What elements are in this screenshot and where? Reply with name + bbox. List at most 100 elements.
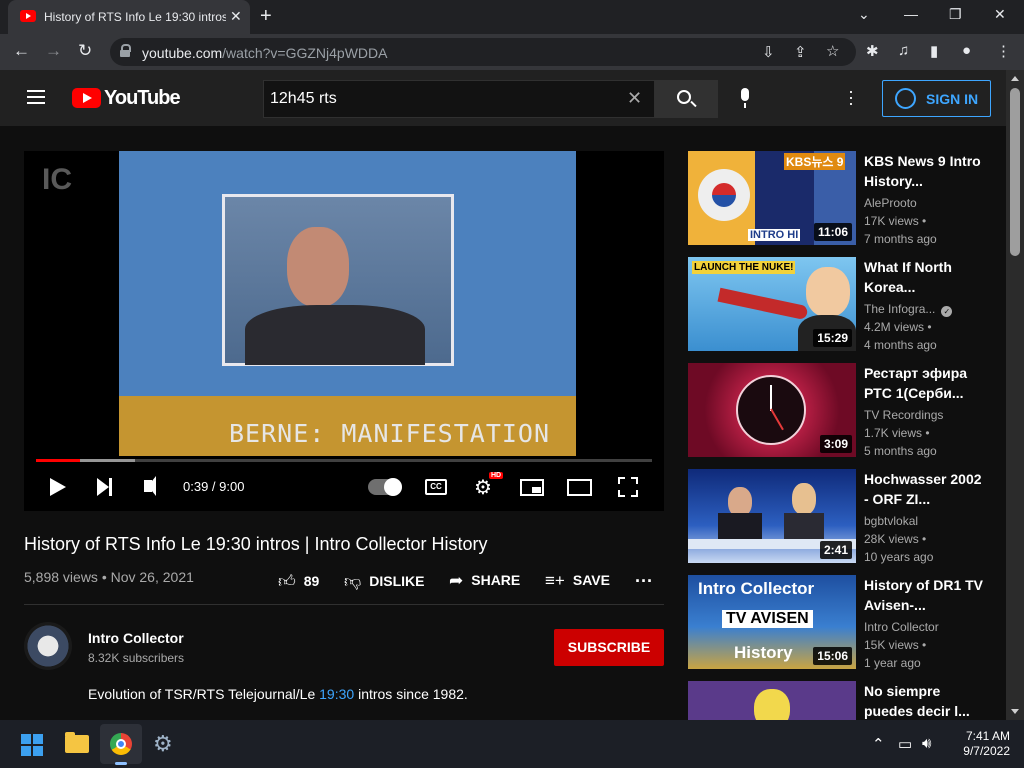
autoplay-toggle[interactable] — [368, 478, 402, 496]
tab-close-icon[interactable]: ✕ — [230, 8, 242, 25]
save-button[interactable]: ≡+ SAVE — [545, 571, 610, 591]
profile-icon[interactable]: ● — [962, 42, 971, 59]
like-button[interactable]: 👍︎ 89 — [278, 571, 319, 592]
share-page-icon[interactable]: ⇪ — [794, 43, 807, 61]
theater-mode-icon[interactable] — [567, 479, 592, 496]
side-panel-icon[interactable]: ▮ — [930, 42, 938, 60]
recommendation-item[interactable]: No siempre puedes decir l... — [688, 681, 998, 720]
thumbs-up-icon: 👍︎ — [278, 572, 296, 591]
sign-in-label: SIGN IN — [926, 91, 979, 107]
recommendation-title[interactable]: History of DR1 TV Avisen-... — [864, 575, 986, 615]
recommendation-channel[interactable]: TV Recordings — [864, 408, 984, 422]
recommendation-title[interactable]: Рестарт эфира РТС 1(Серби... — [864, 363, 986, 403]
duration-badge: 11:06 — [813, 223, 852, 241]
recommendation-item[interactable]: 2:41 Hochwasser 2002 - ORF ZI... bgbtvlo… — [688, 469, 998, 564]
recommendation-title[interactable]: What If North Korea... — [864, 257, 986, 297]
install-app-icon[interactable]: ⇩ — [762, 43, 775, 61]
url-text[interactable]: youtube.com/watch?v=GGZNj4pWDDA — [142, 45, 388, 61]
recommendation-age: 7 months ago — [864, 232, 937, 246]
dislike-button[interactable]: 👎︎ DISLIKE — [344, 571, 425, 592]
fullscreen-icon[interactable] — [618, 477, 638, 497]
play-icon[interactable] — [50, 478, 66, 496]
back-arrow-icon[interactable]: ← — [13, 41, 30, 61]
miniplayer-icon[interactable] — [520, 479, 544, 496]
recommendation-item[interactable]: KBS뉴스 9 INTRO HI 11:06 KBS News 9 Intro … — [688, 151, 998, 246]
youtube-masthead: YouTube 12h45 rts ✕ · · · SIGN IN — [0, 70, 1006, 126]
video-player[interactable]: BERNE: MANIFESTATION IC 0:39 / 9:00 CC ⚙… — [24, 151, 664, 511]
clear-search-icon[interactable]: ✕ — [627, 88, 642, 109]
recommendation-item[interactable]: Intro Collector TV AVISEN History 15:06 … — [688, 575, 998, 670]
share-button[interactable]: ➦ SHARE — [449, 571, 520, 591]
recommendation-item[interactable]: LAUNCH THE NUKE! 15:29 What If North Kor… — [688, 257, 998, 352]
more-actions-icon[interactable]: ··· — [635, 571, 653, 592]
recommendation-item[interactable]: 3:09 Рестарт эфира РТС 1(Серби... TV Rec… — [688, 363, 998, 458]
chrome-icon[interactable] — [110, 733, 132, 755]
window-close-icon[interactable]: ✕ — [994, 6, 1006, 23]
presenter-head — [287, 227, 349, 307]
youtube-wordmark[interactable]: YouTube — [104, 87, 181, 110]
minimize-icon[interactable]: — — [904, 6, 918, 22]
recommendation-channel[interactable]: bgbtvlokal — [864, 514, 984, 528]
progress-bar[interactable] — [36, 459, 652, 462]
forward-arrow-icon[interactable]: → — [45, 41, 62, 61]
extensions-puzzle-icon[interactable]: ✱ — [866, 42, 879, 60]
video-thumbnail[interactable] — [688, 681, 856, 720]
video-thumbnail[interactable]: LAUNCH THE NUKE! 15:29 — [688, 257, 856, 351]
page-scrollbar[interactable] — [1006, 70, 1024, 720]
browser-tab[interactable]: History of RTS Info Le 19:30 intros | In… — [8, 0, 250, 34]
scroll-down-arrow-icon[interactable] — [1011, 709, 1019, 714]
presenter-inset — [222, 194, 454, 366]
recommendation-channel[interactable]: Intro Collector — [864, 620, 984, 634]
channel-name[interactable]: Intro Collector — [88, 630, 184, 646]
channel-watermark[interactable]: IC — [42, 163, 72, 197]
media-control-icon[interactable]: ♫ — [898, 42, 909, 59]
settings-gear-icon[interactable]: ⚙ — [153, 731, 173, 757]
scroll-up-arrow-icon[interactable] — [1011, 76, 1019, 81]
voice-search-mic-icon[interactable] — [732, 84, 760, 112]
sign-in-button[interactable]: SIGN IN — [882, 80, 991, 117]
windows-start-icon[interactable] — [21, 734, 43, 756]
video-title: History of RTS Info Le 19:30 intros | In… — [24, 534, 488, 554]
search-query[interactable]: 12h45 rts — [270, 90, 337, 108]
recommendation-title[interactable]: KBS News 9 Intro History... — [864, 151, 986, 191]
search-button[interactable] — [655, 80, 718, 118]
subscribe-button[interactable]: SUBSCRIBE — [554, 629, 664, 666]
channel-avatar[interactable] — [24, 622, 72, 670]
captions-icon[interactable]: CC — [425, 479, 447, 495]
recommendation-channel[interactable]: AleProoto — [864, 196, 984, 210]
new-tab-icon[interactable]: + — [260, 5, 272, 28]
video-thumbnail[interactable]: 3:09 — [688, 363, 856, 457]
file-explorer-icon[interactable] — [65, 732, 89, 753]
recommendation-channel[interactable]: The Infogra... — [864, 302, 984, 317]
bookmark-star-icon[interactable]: ☆ — [826, 42, 839, 60]
volume-icon[interactable] — [144, 476, 156, 496]
chrome-menu-icon[interactable]: ⋮ — [996, 42, 1011, 60]
recommendation-views: 28K views • — [864, 532, 927, 546]
taskbar-clock[interactable]: 7:41 AM 9/7/2022 — [950, 729, 1010, 759]
tab-search-chevron-icon[interactable]: ⌄ — [858, 6, 870, 23]
speaker-icon[interactable]: 🔊︎ — [922, 735, 931, 752]
active-app-indicator — [115, 762, 127, 765]
duration-badge: 15:29 — [813, 329, 852, 347]
recommendation-age: 5 months ago — [864, 444, 937, 458]
address-bar[interactable]: youtube.com/watch?v=GGZNj4pWDDA ⇩ ⇪ ☆ — [110, 38, 856, 66]
hamburger-menu-icon[interactable] — [27, 90, 45, 104]
video-thumbnail[interactable]: 2:41 — [688, 469, 856, 563]
recommendation-title[interactable]: No siempre puedes decir l... — [864, 681, 986, 720]
tray-chevron-up-icon[interactable]: ⌃ — [872, 735, 885, 753]
lock-icon[interactable] — [120, 44, 131, 58]
reload-icon[interactable]: ↻ — [78, 41, 92, 61]
settings-kebab-icon[interactable]: · · · — [848, 82, 854, 112]
next-video-icon[interactable] — [97, 478, 112, 496]
video-thumbnail[interactable]: KBS뉴스 9 INTRO HI 11:06 — [688, 151, 856, 245]
restore-icon[interactable]: ❐ — [949, 6, 962, 23]
description-timestamp-link[interactable]: 19:30 — [319, 686, 354, 702]
scrollbar-thumb[interactable] — [1010, 88, 1020, 256]
played-bar — [36, 459, 81, 462]
video-thumbnail[interactable]: Intro Collector TV AVISEN History 15:06 — [688, 575, 856, 669]
video-description: Evolution of TSR/RTS Telejournal/Le 19:3… — [88, 686, 468, 702]
network-icon[interactable]: ▭ — [898, 735, 912, 753]
search-input[interactable]: 12h45 rts ✕ — [263, 80, 655, 118]
youtube-logo-icon[interactable] — [72, 88, 101, 108]
recommendation-title[interactable]: Hochwasser 2002 - ORF ZI... — [864, 469, 986, 509]
